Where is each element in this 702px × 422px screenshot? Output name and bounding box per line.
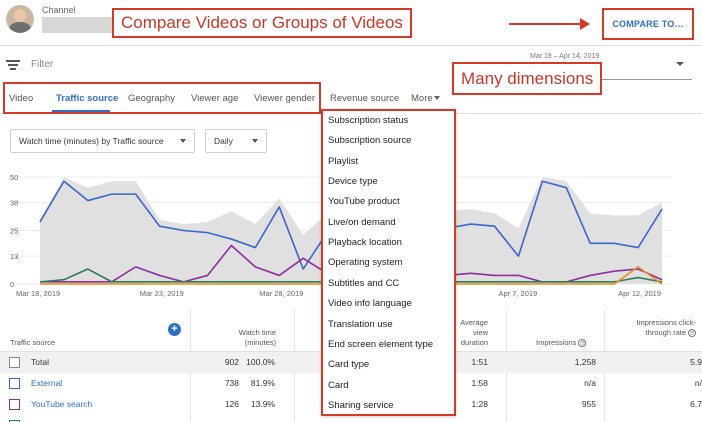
tab-more[interactable]: More	[411, 93, 433, 104]
row-source-name[interactable]: External	[31, 378, 62, 388]
compare-annotation: Compare Videos or Groups of Videos	[112, 8, 412, 38]
active-tab-indicator	[52, 110, 110, 112]
interval-select-value: Daily	[214, 136, 233, 146]
menu-item[interactable]: Subscription source	[328, 135, 411, 146]
row-impressions: 1,258	[574, 357, 596, 367]
menu-item[interactable]: Card type	[328, 359, 369, 370]
th-average-view-duration[interactable]: Average view duration	[454, 318, 488, 348]
y-tick-label: 38	[10, 199, 18, 208]
channel-name-redacted	[42, 17, 118, 33]
row-average-view-duration: 1:51	[471, 357, 488, 367]
menu-item[interactable]: Translation use	[328, 319, 393, 330]
x-tick-label: Apr 12, 2019	[618, 289, 661, 298]
menu-item[interactable]: End screen element type	[328, 339, 433, 350]
row-average-view-duration: 1:28	[471, 399, 488, 409]
channel-avatar[interactable]	[6, 5, 34, 33]
annotation-arrow-head-icon	[580, 18, 590, 30]
menu-item[interactable]: YouTube product	[328, 196, 400, 207]
row-checkbox[interactable]	[9, 357, 20, 368]
y-tick-label: 25	[10, 227, 18, 236]
row-ctr: 6.7	[690, 399, 702, 409]
channel-label: Channel	[42, 5, 76, 15]
more-chevron-down-icon[interactable]	[434, 96, 440, 100]
row-source-name: Total	[31, 357, 49, 367]
row-watch-percent: 81.9%	[250, 378, 275, 388]
y-tick-label: 50	[10, 173, 18, 182]
clock-icon: ◷	[578, 339, 587, 348]
row-watch-percent: 13.9%	[250, 399, 275, 409]
add-metric-button[interactable]: +	[168, 323, 181, 336]
tabs-highlight	[3, 82, 321, 114]
row-checkbox[interactable]	[9, 399, 20, 410]
y-tick-label: 13	[10, 252, 18, 261]
filter-icon[interactable]	[6, 60, 20, 70]
menu-item[interactable]: Subscription status	[328, 115, 408, 126]
menu-item[interactable]: Operating system	[328, 257, 402, 268]
menu-item[interactable]: Device type	[328, 176, 378, 187]
more-dimensions-menu: Subscription status Subscription source Pl…	[321, 109, 456, 416]
menu-item[interactable]: Card	[328, 380, 349, 391]
date-range[interactable]: Mar 18 – Apr 14, 2019	[530, 53, 599, 60]
x-tick-label: Mar 18, 2019	[16, 289, 60, 298]
annotation-arrow	[509, 23, 581, 25]
menu-item[interactable]: Subtitles and CC	[328, 278, 399, 289]
metric-select[interactable]: Watch time (minutes) by Traffic source	[10, 129, 195, 153]
menu-item[interactable]: Playlist	[328, 156, 358, 167]
menu-item[interactable]: Video info language	[328, 298, 412, 309]
th-impressions-label: Impressions	[536, 338, 577, 347]
th-impressions[interactable]: Impressions ◷	[536, 338, 587, 348]
row-watch-time: 738	[224, 378, 239, 388]
chevron-down-icon	[180, 139, 186, 143]
row-impressions: 955	[581, 399, 596, 409]
y-tick-label: 0	[10, 280, 14, 289]
table-row[interactable]: Direct or unknown141.6%1:26n/an/	[0, 415, 702, 422]
menu-item[interactable]: Live/on demand	[328, 217, 396, 228]
row-ctr: 5.9	[690, 357, 702, 367]
row-watch-time: 126	[224, 399, 239, 409]
chevron-down-icon	[252, 139, 258, 143]
menu-item[interactable]: Sharing service	[328, 400, 393, 411]
chevron-down-icon[interactable]	[676, 62, 684, 66]
row-watch-percent: 100.0%	[246, 357, 275, 367]
row-ctr: n/	[694, 378, 702, 388]
x-tick-label: Mar 23, 2019	[140, 289, 184, 298]
x-tick-label: Apr 7, 2019	[498, 289, 537, 298]
interval-select[interactable]: Daily	[205, 129, 267, 153]
th-impressions-ctr[interactable]: Impressions click-through rate ◷	[632, 318, 696, 338]
row-checkbox[interactable]	[9, 378, 20, 389]
tab-revenue-source[interactable]: Revenue source	[330, 93, 399, 104]
clock-icon: ◷	[688, 329, 696, 338]
row-source-name[interactable]: YouTube search	[31, 399, 92, 409]
filter-input[interactable]: Filter	[31, 59, 53, 70]
row-watch-time: 902	[224, 357, 239, 367]
x-tick-label: Mar 28, 2019	[259, 289, 303, 298]
metric-select-value: Watch time (minutes) by Traffic source	[19, 136, 164, 146]
row-average-view-duration: 1:58	[471, 378, 488, 388]
row-impressions: n/a	[584, 378, 596, 388]
th-traffic-source[interactable]: Traffic source	[10, 338, 55, 348]
menu-item[interactable]: Playback location	[328, 237, 402, 248]
th-ctr-label: Impressions click-through rate	[636, 318, 696, 337]
th-watch-time[interactable]: Watch time (minutes)	[231, 328, 276, 348]
compare-to-button[interactable]: COMPARE TO…	[602, 8, 694, 40]
